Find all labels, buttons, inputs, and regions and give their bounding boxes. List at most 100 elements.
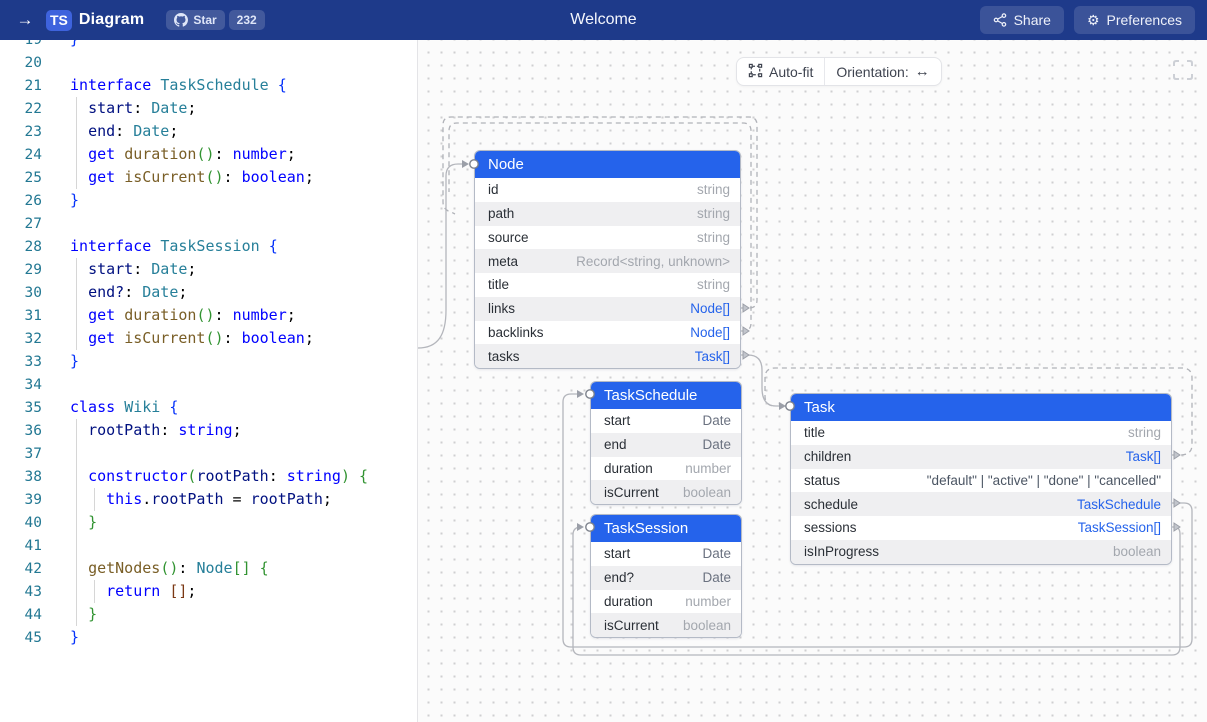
line-number: 23 [0,121,42,144]
edge-tasks-to-task [741,355,779,406]
entity-row-task-schedule: scheduleTaskSchedule [791,492,1171,516]
entity-row-node-links: linksNode[] [475,297,740,321]
code-line-30: 30 end?: Date; [0,281,410,304]
github-icon [174,13,188,27]
collapse-sidebar-icon[interactable]: → [14,10,36,30]
row-type[interactable]: TaskSession[] [1078,520,1161,535]
code-text: end?: Date; [42,283,187,301]
autofit-icon [748,63,763,81]
orientation-button[interactable]: Orientation: ↔ [825,58,940,85]
code-text [42,53,70,71]
row-name: source [488,230,529,245]
top-navbar: → TS Diagram Star 232 Welcome Share ⚙ Pr… [0,0,1207,40]
app-logo[interactable]: TS Diagram [46,10,144,31]
code-line-27: 27 [0,212,410,235]
fullscreen-button[interactable] [1172,59,1194,81]
entity-node[interactable]: NodeidstringpathstringsourcestringmetaRe… [474,150,741,369]
code-text: get duration(): number; [42,145,296,163]
handle-node-links[interactable] [743,304,749,312]
code-editor[interactable]: 19}2021interface TaskSchedule {22 start:… [0,40,410,722]
code-line-22: 22 start: Date; [0,97,410,120]
code-text: get isCurrent(): boolean; [42,168,314,186]
code-line-43: 43 return []; [0,580,410,603]
code-text [42,444,70,462]
pane-resize-handle[interactable] [410,40,418,722]
entity-row-tasksession-isCurrent: isCurrentboolean [591,613,741,637]
line-number: 40 [0,512,42,535]
entity-row-task-children: children Task[] [791,445,1171,469]
line-number: 26 [0,190,42,213]
code-text: interface TaskSchedule { [42,76,287,94]
handle-task-children[interactable] [1174,451,1180,459]
code-line-32: 32 get isCurrent(): boolean; [0,327,410,350]
entity-row-task-status: status"default" | "active" | "done" | "c… [791,469,1171,493]
entity-taskschedule[interactable]: TaskSchedulestartDateendDatedurationnumb… [590,381,742,505]
row-type[interactable]: Task[] [695,349,730,364]
preferences-button[interactable]: ⚙ Preferences [1074,6,1195,34]
code-line-28: 28interface TaskSession { [0,235,410,258]
line-number: 32 [0,328,42,351]
code-text: class Wiki { [42,398,178,416]
line-number: 37 [0,443,42,466]
row-type: Date [702,546,731,561]
row-name: children [804,449,851,464]
code-text: } [42,40,79,48]
indent-guide [94,580,95,603]
row-type: string [697,182,730,197]
code-text: } [42,605,97,623]
code-line-20: 20 [0,51,410,74]
line-number: 20 [0,52,42,75]
star-count-badge: 232 [229,10,265,30]
edge-wiki-to-node [418,164,462,348]
entity-tasksession[interactable]: TaskSessionstartDateend?Datedurationnumb… [590,514,742,638]
share-button[interactable]: Share [980,6,1064,34]
code-text [42,536,70,554]
row-type[interactable]: Task[] [1126,449,1161,464]
line-number: 38 [0,466,42,489]
entity-row-taskschedule-start: startDate [591,409,741,433]
arrowhead-tasksession [577,523,584,531]
entity-row-node-id: idstring [475,178,740,202]
code-line-31: 31 get duration(): number; [0,304,410,327]
row-type[interactable]: Node[] [690,301,730,316]
code-text: start: Date; [42,99,196,117]
share-icon [993,13,1007,27]
handle-task-schedule[interactable] [1174,499,1180,507]
entity-title-node: Node [475,151,740,178]
autofit-button[interactable]: Auto-fit [737,58,824,85]
line-number: 27 [0,213,42,236]
row-name: sessions [804,520,857,535]
code-line-35: 35class Wiki { [0,396,410,419]
code-text: return []; [42,582,196,600]
row-name: start [604,546,630,561]
entity-title-task: Task [791,394,1171,421]
row-type: Date [702,437,731,452]
line-number: 21 [0,75,42,98]
handle-node-tasks[interactable] [743,351,749,359]
row-type: number [685,594,731,609]
line-number: 39 [0,489,42,512]
row-type[interactable]: Node[] [690,325,730,340]
indent-guide [94,488,95,511]
ts-logo-badge: TS [46,10,72,31]
row-name: isCurrent [604,618,659,633]
handle-node-backlinks[interactable] [743,327,749,335]
entity-title-taskschedule: TaskSchedule [591,382,741,409]
line-number: 42 [0,558,42,581]
diagram-canvas[interactable]: NodeidstringpathstringsourcestringmetaRe… [418,40,1207,722]
row-type: string [697,230,730,245]
handle-task-sessions[interactable] [1174,523,1180,531]
entity-task[interactable]: TasktitlestringchildrenTask[]status"defa… [790,393,1172,565]
row-type[interactable]: TaskSchedule [1077,497,1161,512]
row-name: title [488,277,509,292]
code-line-25: 25 get isCurrent(): boolean; [0,166,410,189]
code-line-23: 23 end: Date; [0,120,410,143]
github-star-button[interactable]: Star 232 [166,10,264,30]
entity-row-task-isInProgress: isInProgressboolean [791,540,1171,564]
code-text: end: Date; [42,122,178,140]
code-line-36: 36 rootPath: string; [0,419,410,442]
indent-guide [76,419,77,626]
star-label: Star [193,13,216,27]
code-text [42,214,70,232]
edges-layer [418,40,1207,722]
